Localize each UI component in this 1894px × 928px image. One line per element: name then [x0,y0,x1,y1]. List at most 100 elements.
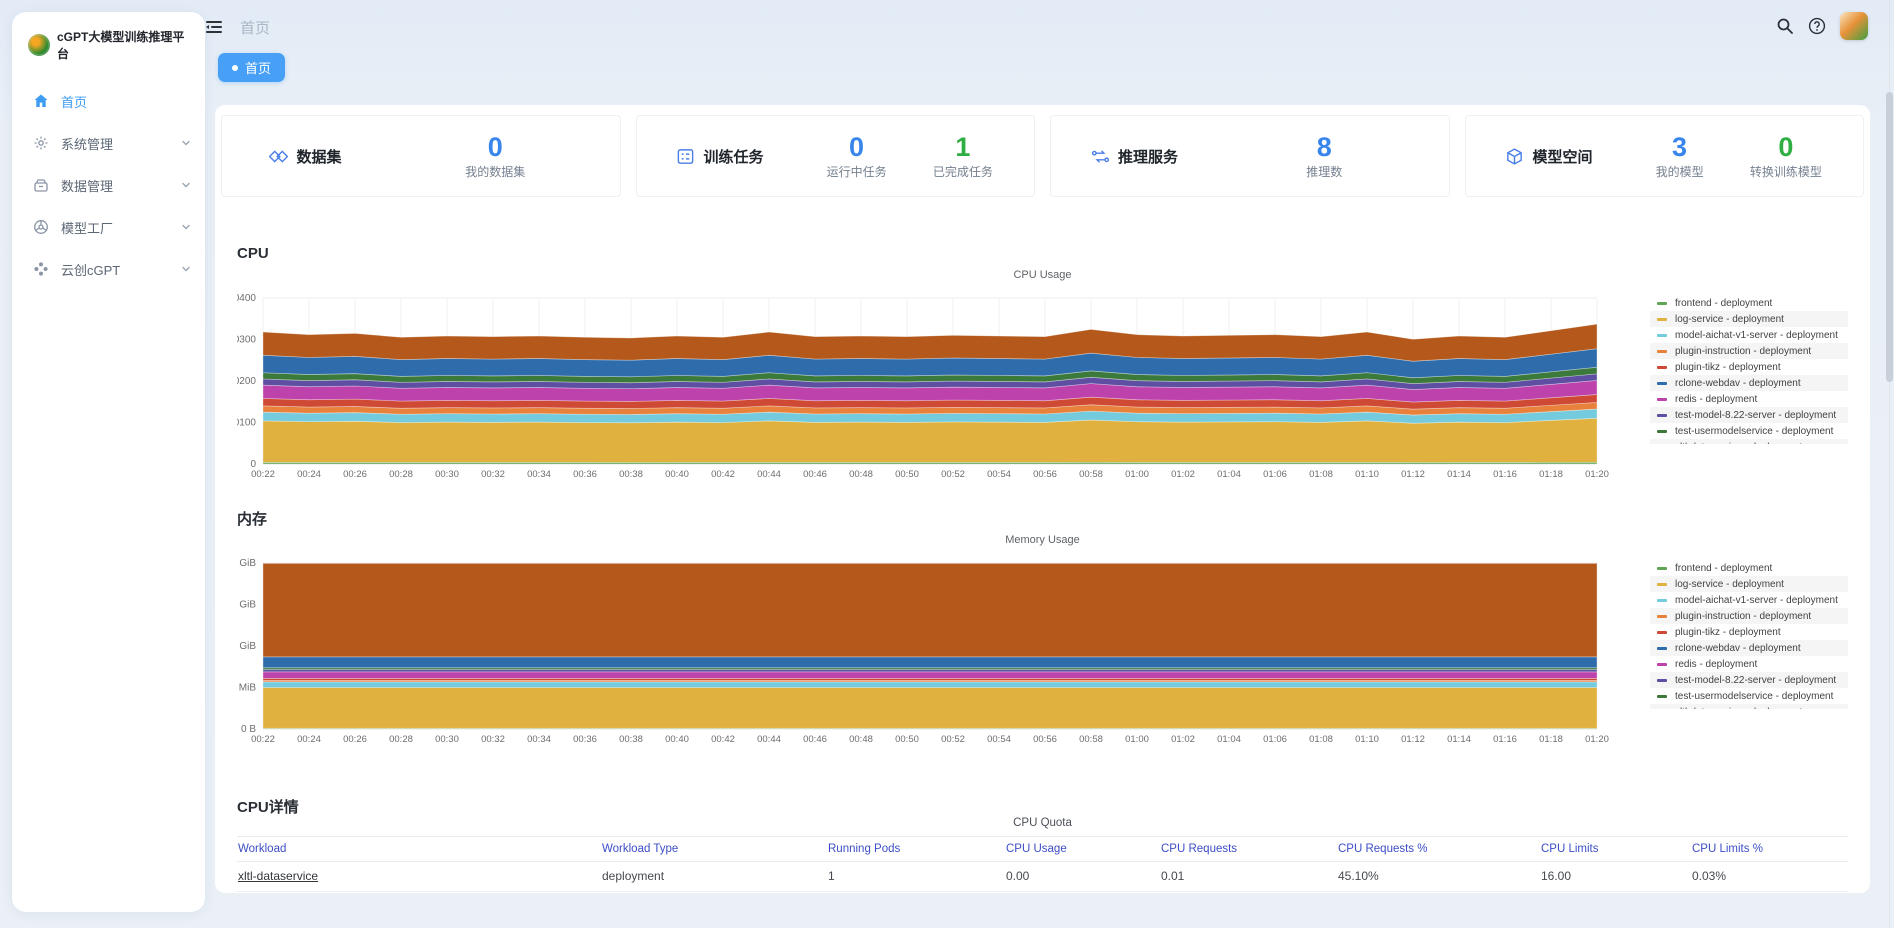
legend-color-marker [1657,318,1667,321]
svg-text:1.86 GiB: 1.86 GiB [237,641,256,652]
legend-label: test-usermodelservice - deployment [1675,691,1833,702]
svg-text:00:52: 00:52 [941,734,965,745]
svg-text:01:00: 01:00 [1125,469,1149,480]
legend-label: rclone-webdav - deployment [1675,378,1801,389]
legend-color-marker [1657,631,1667,634]
svg-text:01:08: 01:08 [1309,734,1333,745]
legend-item[interactable]: redis - deployment [1650,391,1848,407]
svg-text:00:40: 00:40 [665,734,689,745]
stat-value: 8 [1306,132,1342,162]
sidebar-item-label: 系统管理 [61,134,181,153]
legend-item[interactable]: test-usermodelservice - deployment [1650,423,1848,439]
tab-home[interactable]: 首页 [218,53,285,82]
legend-color-marker [1657,615,1667,618]
table-header-cell: Workload [237,836,601,862]
svg-text:01:10: 01:10 [1355,734,1379,745]
legend-item[interactable]: plugin-instruction - deployment [1650,343,1848,359]
legend-label: plugin-instruction - deployment [1675,611,1811,622]
svg-text:3.73 GiB: 3.73 GiB [237,558,256,569]
legend-item[interactable]: frontend - deployment [1650,560,1848,576]
collapse-sidebar-icon[interactable] [203,16,225,38]
svg-text:00:24: 00:24 [297,734,321,745]
svg-text:00:26: 00:26 [343,734,367,745]
legend-label: redis - deployment [1675,394,1757,405]
breadcrumb[interactable]: 首页 [240,17,270,38]
training-icon [676,147,695,166]
stat-card-title: 模型空间 [1532,146,1592,167]
chart-title: CPU Usage [237,269,1848,281]
app-title: cGPT大模型训练推理平台 [57,28,195,62]
stat: 0运行中任务 [827,132,887,180]
stat-value: 1 [933,132,993,162]
sidebar-item-3[interactable]: 模型工厂 [12,206,205,248]
legend-item[interactable]: rclone-webdav - deployment [1650,640,1848,656]
topbar-actions [1776,12,1868,40]
stat-card-0[interactable]: 数据集0我的数据集 [221,115,621,197]
help-icon[interactable] [1808,17,1826,35]
sidebar-item-2[interactable]: 数据管理 [12,164,205,206]
search-icon[interactable] [1776,17,1794,35]
app-logo-icon [28,34,50,56]
svg-text:954 MiB: 954 MiB [237,683,256,694]
legend-item[interactable]: model-aichat-v1-server - deployment [1650,327,1848,343]
sidebar-nav: 首页系统管理数据管理模型工厂云创cGPT [12,80,205,290]
legend-color-marker [1657,679,1667,682]
chart-plot: 00.01000.02000.03000.040000:2200:2400:26… [237,285,1627,485]
legend-item[interactable]: plugin-tikz - deployment [1650,359,1848,375]
legend-item[interactable]: xltl-dataservice - deployment [1650,439,1848,444]
legend-color-marker [1657,663,1667,666]
cpu-quota-table: WorkloadWorkload TypeRunning PodsCPU Usa… [237,836,1848,892]
table-header-cell: CPU Requests [1160,836,1337,862]
legend-item[interactable]: xltl-dataservice - deployment [1650,704,1848,709]
cpu-quota-table-wrap: CPU Quota WorkloadWorkload TypeRunning P… [237,817,1848,892]
legend-label: model-aichat-v1-server - deployment [1675,595,1838,606]
scrollbar-thumb[interactable] [1886,92,1893,382]
legend-item[interactable]: model-aichat-v1-server - deployment [1650,592,1848,608]
sidebar-item-0[interactable]: 首页 [12,80,205,122]
svg-text:01:06: 01:06 [1263,469,1287,480]
sidebar: cGPT大模型训练推理平台 首页系统管理数据管理模型工厂云创cGPT [12,12,205,912]
model-space-icon [1505,147,1524,166]
legend-item[interactable]: log-service - deployment [1650,576,1848,592]
svg-text:00:54: 00:54 [987,734,1011,745]
svg-text:00:42: 00:42 [711,469,735,480]
svg-text:01:02: 01:02 [1171,734,1195,745]
svg-text:00:52: 00:52 [941,469,965,480]
cloud-cgpt-icon [33,261,49,277]
svg-text:0.0100: 0.0100 [237,418,256,429]
legend-item[interactable]: plugin-tikz - deployment [1650,624,1848,640]
legend-item[interactable]: redis - deployment [1650,656,1848,672]
stat-card-1[interactable]: 训练任务0运行中任务1已完成任务 [636,115,1036,197]
svg-text:01:16: 01:16 [1493,469,1517,480]
home-icon [33,93,49,109]
legend-color-marker [1657,334,1667,337]
sidebar-item-4[interactable]: 云创cGPT [12,248,205,290]
legend-item[interactable]: frontend - deployment [1650,295,1848,311]
legend-item[interactable]: plugin-instruction - deployment [1650,608,1848,624]
user-avatar[interactable] [1840,12,1868,40]
sidebar-item-1[interactable]: 系统管理 [12,122,205,164]
stat-card-2[interactable]: 推理服务8推理数 [1050,115,1450,197]
stat-card-3[interactable]: 模型空间3我的模型0转换训练模型 [1465,115,1865,197]
sidebar-item-label: 首页 [61,92,191,111]
svg-text:00:36: 00:36 [573,734,597,745]
inference-icon [1091,147,1110,166]
workload-link[interactable]: xltl-dataservice [238,869,318,883]
legend-item[interactable]: test-model-8.22-server - deployment [1650,407,1848,423]
chart-legend: frontend - deployment log-service - deplo… [1650,560,1848,709]
legend-item[interactable]: test-usermodelservice - deployment [1650,688,1848,704]
legend-color-marker [1657,302,1667,305]
svg-text:01:18: 01:18 [1539,469,1563,480]
legend-item[interactable]: test-model-8.22-server - deployment [1650,672,1848,688]
stat-label: 推理数 [1306,163,1342,180]
legend-item[interactable]: log-service - deployment [1650,311,1848,327]
legend-color-marker [1657,398,1667,401]
tab-active-dot [232,65,238,71]
svg-text:01:08: 01:08 [1309,469,1333,480]
legend-label: frontend - deployment [1675,563,1772,574]
database-icon [33,177,49,193]
table-cell-workload: xltl-dataservice [237,862,601,892]
legend-item[interactable]: rclone-webdav - deployment [1650,375,1848,391]
svg-text:01:02: 01:02 [1171,469,1195,480]
svg-text:00:58: 00:58 [1079,469,1103,480]
